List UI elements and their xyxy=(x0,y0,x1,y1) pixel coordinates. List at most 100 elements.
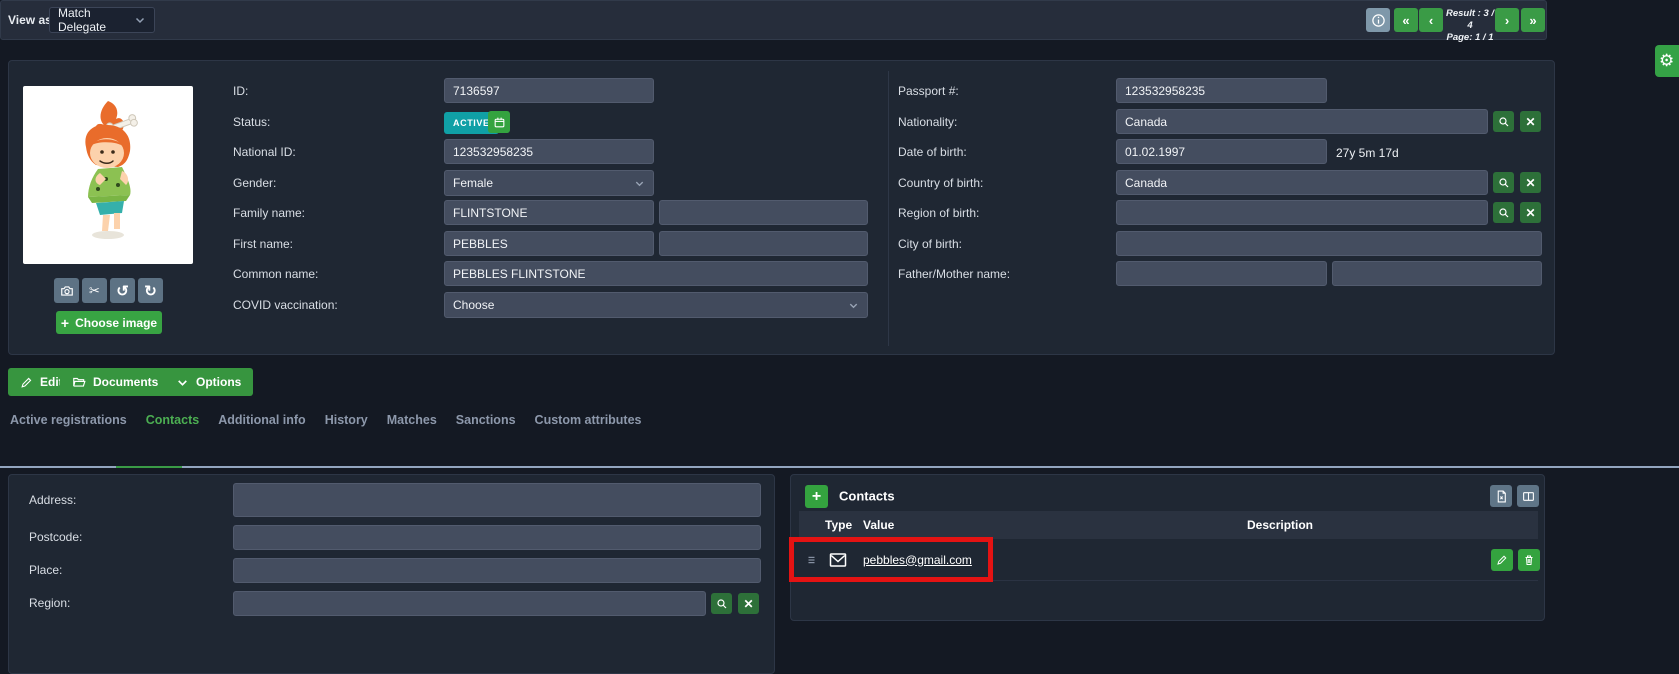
person-details-panel: ✂ ↺ ↻ + Choose image ID: Status: ACTIVE … xyxy=(8,60,1555,355)
country-of-birth-input[interactable] xyxy=(1116,170,1488,195)
choose-image-label: Choose image xyxy=(75,316,157,330)
age-text: 27y 5m 17d xyxy=(1336,146,1399,160)
tab-contacts[interactable]: Contacts xyxy=(146,411,199,429)
chevron-left-icon: ‹ xyxy=(1429,13,1433,28)
id-input[interactable] xyxy=(444,78,654,103)
status-label: Status: xyxy=(233,115,270,129)
rotate-right-button[interactable]: ↻ xyxy=(138,278,163,303)
nationality-label: Nationality: xyxy=(898,115,957,129)
chevron-right-icon: › xyxy=(1505,13,1509,28)
view-as-select[interactable]: Match Delegate xyxy=(49,7,155,33)
tab-custom-attributes[interactable]: Custom attributes xyxy=(535,411,642,429)
contact-row: pebbles@gmail.com xyxy=(799,539,1538,581)
plus-icon: + xyxy=(812,488,821,506)
options-button-label: Options xyxy=(196,375,241,389)
result-counter: Result : 3 / 4 Page: 1 / 1 xyxy=(1444,8,1496,32)
covid-vaccination-select[interactable]: Choose xyxy=(444,292,868,318)
close-icon: ✕ xyxy=(1525,115,1535,129)
country-of-birth-clear-button[interactable]: ✕ xyxy=(1520,172,1541,193)
column-divider xyxy=(888,71,889,346)
country-of-birth-search-button[interactable] xyxy=(1493,172,1514,193)
plus-icon: + xyxy=(61,315,69,331)
tab-sanctions[interactable]: Sanctions xyxy=(456,411,516,429)
region-input[interactable] xyxy=(233,591,706,616)
dob-label: Date of birth: xyxy=(898,145,967,159)
nationality-search-button[interactable] xyxy=(1493,111,1514,132)
page-count: Page: 1 / 1 xyxy=(1444,32,1496,44)
postcode-label: Postcode: xyxy=(29,530,82,544)
status-calendar-button[interactable] xyxy=(488,111,510,133)
add-contact-button[interactable]: + xyxy=(805,485,828,508)
next-result-button[interactable]: › xyxy=(1495,8,1519,32)
result-count: Result : 3 / 4 xyxy=(1444,8,1496,32)
region-of-birth-clear-button[interactable]: ✕ xyxy=(1520,202,1541,223)
options-button[interactable]: Options xyxy=(164,368,253,396)
column-header-value: Value xyxy=(863,518,894,532)
region-of-birth-input[interactable] xyxy=(1116,200,1488,225)
tab-underline xyxy=(0,466,1679,468)
search-icon xyxy=(1498,177,1510,189)
first-page-button[interactable]: « xyxy=(1394,8,1418,32)
address-input[interactable] xyxy=(233,483,761,517)
previous-result-button[interactable]: ‹ xyxy=(1419,8,1443,32)
address-label: Address: xyxy=(29,493,76,507)
postcode-input[interactable] xyxy=(233,525,761,550)
envelope-icon xyxy=(829,552,847,567)
tab-matches[interactable]: Matches xyxy=(387,411,437,429)
tab-history[interactable]: History xyxy=(325,411,368,429)
rotate-left-button[interactable]: ↺ xyxy=(110,278,135,303)
nationality-clear-button[interactable]: ✕ xyxy=(1520,111,1541,132)
documents-button-label: Documents xyxy=(93,375,158,389)
tab-additional-info[interactable]: Additional info xyxy=(218,411,305,429)
table-columns-icon xyxy=(1522,490,1535,503)
info-button[interactable] xyxy=(1366,8,1390,32)
passport-input[interactable] xyxy=(1116,78,1327,103)
last-page-button[interactable]: » xyxy=(1521,8,1545,32)
family-name-secondary-input[interactable] xyxy=(659,200,868,225)
city-of-birth-input[interactable] xyxy=(1116,231,1542,256)
national-id-input[interactable] xyxy=(444,139,654,164)
nationality-input[interactable] xyxy=(1116,109,1488,134)
crop-photo-button[interactable]: ✂ xyxy=(82,278,107,303)
region-of-birth-search-button[interactable] xyxy=(1493,202,1514,223)
columns-settings-button[interactable] xyxy=(1517,485,1539,507)
national-id-label: National ID: xyxy=(233,145,296,159)
file-export-icon xyxy=(1495,490,1508,503)
chevron-down-icon xyxy=(134,14,146,26)
export-file-button[interactable] xyxy=(1490,485,1512,507)
settings-flyout-button[interactable]: ⚙ xyxy=(1655,45,1679,77)
covid-vaccination-label: COVID vaccination: xyxy=(233,298,338,312)
family-name-label: Family name: xyxy=(233,206,305,220)
contact-email-link[interactable]: pebbles@gmail.com xyxy=(863,553,972,567)
close-icon: ✕ xyxy=(1525,176,1535,190)
first-name-secondary-input[interactable] xyxy=(659,231,868,256)
first-name-input[interactable] xyxy=(444,231,654,256)
column-header-type: Type xyxy=(825,518,852,532)
dob-input[interactable] xyxy=(1116,139,1327,164)
family-name-input[interactable] xyxy=(444,200,654,225)
take-photo-button[interactable] xyxy=(54,278,79,303)
father-mother-name-secondary-input[interactable] xyxy=(1332,261,1542,286)
tab-bar: Active registrations Contacts Additional… xyxy=(10,411,642,429)
father-mother-name-input[interactable] xyxy=(1116,261,1327,286)
delete-contact-button[interactable] xyxy=(1518,549,1540,571)
address-panel: Address: Postcode: Place: Region: ✕ xyxy=(8,474,775,674)
region-clear-button[interactable]: ✕ xyxy=(738,593,759,614)
contacts-panel: + Contacts Type Value Description pebble… xyxy=(790,474,1545,621)
place-input[interactable] xyxy=(233,558,761,583)
father-mother-name-label: Father/Mother name: xyxy=(898,267,1010,281)
gender-label: Gender: xyxy=(233,176,276,190)
passport-label: Passport #: xyxy=(898,84,959,98)
double-chevron-left-icon: « xyxy=(1402,13,1409,28)
scissors-icon: ✂ xyxy=(89,283,100,299)
gender-select[interactable]: Female xyxy=(444,170,654,196)
covid-selected-value: Choose xyxy=(453,298,494,312)
active-tab-indicator xyxy=(116,466,182,468)
common-name-input[interactable] xyxy=(444,261,868,286)
drag-handle-icon[interactable] xyxy=(807,555,816,565)
edit-contact-button[interactable] xyxy=(1491,549,1513,571)
documents-button[interactable]: Documents xyxy=(60,368,170,396)
tab-active-registrations[interactable]: Active registrations xyxy=(10,411,127,429)
choose-image-button[interactable]: + Choose image xyxy=(56,311,162,334)
region-search-button[interactable] xyxy=(711,593,732,614)
